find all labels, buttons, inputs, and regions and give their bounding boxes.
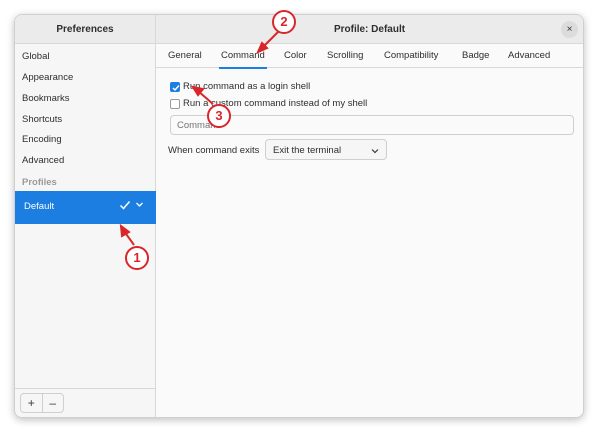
profile-name: Default [24, 201, 55, 212]
close-button[interactable]: × [561, 21, 578, 38]
tab-badge[interactable]: Badge [462, 50, 489, 61]
tab-bar: General Command Color Scrolling Compatib… [156, 44, 583, 69]
profiles-section-label: Profiles [22, 177, 57, 188]
sidebar-title: Preferences [15, 15, 155, 44]
sidebar-item-appearance[interactable]: Appearance [22, 72, 73, 83]
tab-command[interactable]: Command [219, 50, 267, 69]
sidebar-item-global[interactable]: Global [22, 51, 49, 62]
tab-color[interactable]: Color [284, 50, 307, 61]
tab-advanced[interactable]: Advanced [508, 50, 550, 61]
tab-general[interactable]: General [168, 50, 202, 61]
sidebar-footer: + – [15, 388, 155, 417]
exit-action-value: Exit the terminal [273, 145, 342, 156]
profile-item-default[interactable]: Default [15, 191, 156, 224]
preferences-window: Preferences Global Appearance Bookmarks … [14, 14, 584, 418]
tab-compatibility[interactable]: Compatibility [384, 50, 438, 61]
exit-action-select[interactable]: Exit the terminal [265, 139, 387, 160]
add-profile-button[interactable]: + [21, 394, 42, 412]
page-title: Profile: Default [333, 24, 406, 35]
tab-scrolling[interactable]: Scrolling [327, 50, 363, 61]
sidebar-item-bookmarks[interactable]: Bookmarks [22, 93, 70, 104]
annotation-badge-3: 3 [207, 104, 231, 128]
chevron-down-icon[interactable] [135, 200, 144, 209]
titlebar: Profile: Default × [156, 15, 583, 44]
custom-command-checkbox[interactable] [170, 98, 180, 109]
login-shell-checkbox[interactable] [170, 81, 180, 92]
annotation-badge-2: 2 [272, 10, 296, 34]
check-icon [119, 201, 131, 210]
chevron-down-icon [371, 149, 379, 154]
remove-profile-button[interactable]: – [41, 394, 64, 412]
custom-command-option[interactable]: Run a custom command instead of my shell [170, 98, 367, 109]
login-shell-label: Run command as a login shell [183, 81, 311, 92]
checkmark-icon [172, 84, 180, 91]
annotation-badge-1: 1 [125, 246, 149, 270]
login-shell-option[interactable]: Run command as a login shell [170, 81, 310, 92]
sidebar-item-advanced[interactable]: Advanced [22, 155, 64, 166]
sidebar-item-shortcuts[interactable]: Shortcuts [22, 114, 62, 125]
exit-action-label: When command exits [168, 145, 260, 156]
main-panel: Profile: Default × General Command Color… [156, 15, 583, 417]
profile-buttons: + – [20, 393, 64, 413]
sidebar-item-encoding[interactable]: Encoding [22, 134, 62, 145]
sidebar: Preferences Global Appearance Bookmarks … [15, 15, 156, 417]
